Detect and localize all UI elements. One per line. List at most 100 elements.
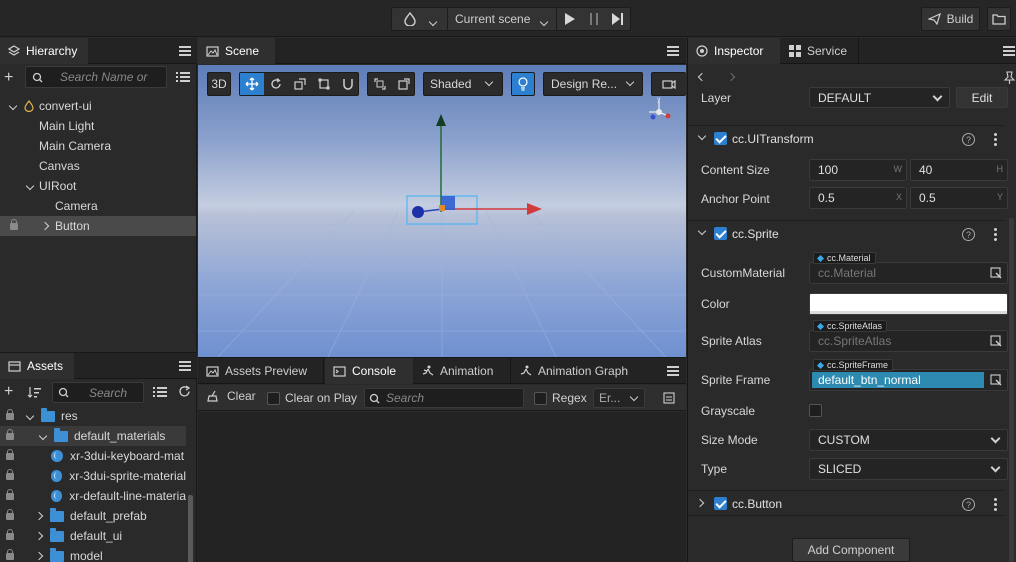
anchor-x-input[interactable]: 0.5 X [809,187,907,209]
menu-icon[interactable] [667,46,679,56]
height-input[interactable]: 40 H [910,159,1008,181]
asset-row[interactable]: default_materials [0,426,186,446]
edit-layer-button[interactable]: Edit [956,87,1008,108]
scale-tool-icon[interactable] [288,73,312,95]
asset-row[interactable]: default_ui [0,526,186,546]
design-resolution-select[interactable]: Design Re... [543,72,643,96]
transform-gizmo[interactable] [403,112,553,232]
tab-service[interactable]: Service [781,38,859,64]
local-space-icon[interactable] [392,73,416,95]
pivot-icon[interactable] [368,73,392,95]
menu-icon[interactable] [179,46,191,56]
lighting-toggle-button[interactable] [511,72,535,96]
pin-icon[interactable] [1003,71,1015,85]
tree-node[interactable]: Main Light [0,116,196,136]
scrollbar[interactable] [188,495,193,562]
asset-picker-icon[interactable] [990,267,1002,279]
layer-select[interactable]: DEFAULT [809,87,950,108]
chevron-right-icon[interactable] [40,221,50,231]
chevron-down-icon[interactable] [25,411,35,421]
add-icon[interactable]: + [4,384,13,400]
orientation-gizmo[interactable]: y [644,97,674,127]
lock-icon[interactable] [10,218,18,230]
sprite-enabled-checkbox[interactable] [714,227,727,240]
help-icon[interactable]: ? [962,498,975,511]
sprite-atlas-field[interactable]: cc.SpriteAtlas [809,330,1008,352]
tab-assets-preview[interactable]: Assets Preview [198,358,324,384]
uitransform-header[interactable]: cc.UITransform ? [688,125,1004,151]
button-enabled-checkbox[interactable] [714,497,727,510]
scrollbar[interactable] [1009,218,1014,562]
chevron-down-icon[interactable] [697,226,707,236]
custom-material-field[interactable]: cc.Material [809,262,1008,284]
tree-node-selected[interactable]: Button [0,216,196,236]
more-icon[interactable] [994,138,997,141]
sort-icon[interactable] [27,386,41,401]
asset-picker-icon[interactable] [990,335,1002,347]
scene-node-icon[interactable] [400,10,420,28]
tab-animation-graph[interactable]: Animation Graph [512,358,643,384]
tree-node[interactable]: Camera [0,196,196,216]
sprite-frame-field[interactable]: default_btn_normal [809,369,1008,391]
tab-inspector[interactable]: Inspector [688,38,780,64]
chevron-right-icon[interactable] [34,551,44,561]
shading-select[interactable]: Shaded [423,72,503,96]
console-search-input[interactable]: Search [364,388,524,408]
asset-row[interactable]: xr-3dui-keyboard-mat [0,446,186,466]
log-level-select[interactable]: Er... [593,388,645,408]
clear-button[interactable]: Clear [207,389,256,403]
menu-icon[interactable] [1003,46,1015,56]
sprite-header[interactable]: cc.Sprite ? [688,220,1004,246]
width-input[interactable]: 100 W [809,159,907,181]
rotate-tool-icon[interactable] [264,73,288,95]
chevron-down-icon[interactable] [8,101,18,111]
color-swatch[interactable] [809,293,1008,315]
tree-node[interactable]: Main Camera [0,136,196,156]
scene-viewport[interactable]: y [198,65,686,357]
tab-assets[interactable]: Assets [0,353,74,379]
regex-checkbox[interactable] [534,392,547,405]
uitransform-enabled-checkbox[interactable] [714,132,727,145]
list-view-icon[interactable] [153,386,167,401]
help-icon[interactable]: ? [962,228,975,241]
asset-row[interactable]: res [0,406,186,426]
chevron-down-icon[interactable] [38,431,48,441]
tab-console[interactable]: Console [325,358,413,384]
tab-scene[interactable]: Scene [198,38,275,64]
list-view-icon[interactable] [176,71,190,86]
camera-button[interactable] [651,72,686,96]
more-icon[interactable] [994,233,997,236]
build-button[interactable]: Build [921,7,980,31]
play-icon[interactable] [560,10,580,28]
snap-tool-icon[interactable] [336,73,360,95]
menu-icon[interactable] [667,366,679,376]
type-select[interactable]: SLICED [809,458,1008,480]
asset-row[interactable]: model [0,546,186,562]
help-icon[interactable]: ? [962,133,975,146]
grayscale-checkbox[interactable] [809,404,822,417]
add-icon[interactable]: + [4,70,20,86]
back-icon[interactable] [697,72,707,82]
button-component-header[interactable]: cc.Button ? [688,490,1004,516]
chevron-right-icon[interactable] [34,511,44,521]
tree-node[interactable]: Canvas [0,156,196,176]
tab-hierarchy[interactable]: Hierarchy [0,38,88,64]
chevron-right-icon[interactable] [695,498,705,508]
chevron-right-icon[interactable] [34,531,44,541]
chevron-down-icon[interactable] [428,14,438,28]
forward-icon[interactable] [726,72,736,82]
folder-button[interactable] [987,7,1011,31]
asset-row[interactable]: xr-3dui-sprite-material [0,466,186,486]
refresh-icon[interactable] [178,385,191,401]
chevron-down-icon[interactable] [697,131,707,141]
more-icon[interactable] [994,503,997,506]
step-icon[interactable] [608,10,628,28]
asset-picker-icon[interactable] [990,374,1002,386]
asset-row[interactable]: default_prefab [0,506,186,526]
anchor-y-input[interactable]: 0.5 Y [910,187,1008,209]
rect-tool-icon[interactable] [312,73,336,95]
3d-toggle-button[interactable]: 3D [207,72,231,96]
chevron-down-icon[interactable] [25,181,35,191]
tree-node[interactable]: UIRoot [0,176,196,196]
tree-node-scene[interactable]: convert-ui [0,96,196,116]
